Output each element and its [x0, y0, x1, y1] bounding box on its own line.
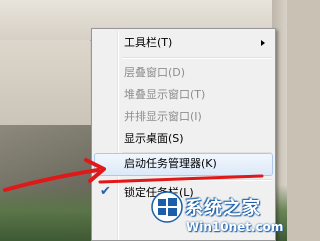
windows-logo-icon: [151, 191, 183, 223]
watermark-title: 系统之家: [185, 198, 261, 219]
watermark-url: Win10net.com: [186, 220, 284, 234]
